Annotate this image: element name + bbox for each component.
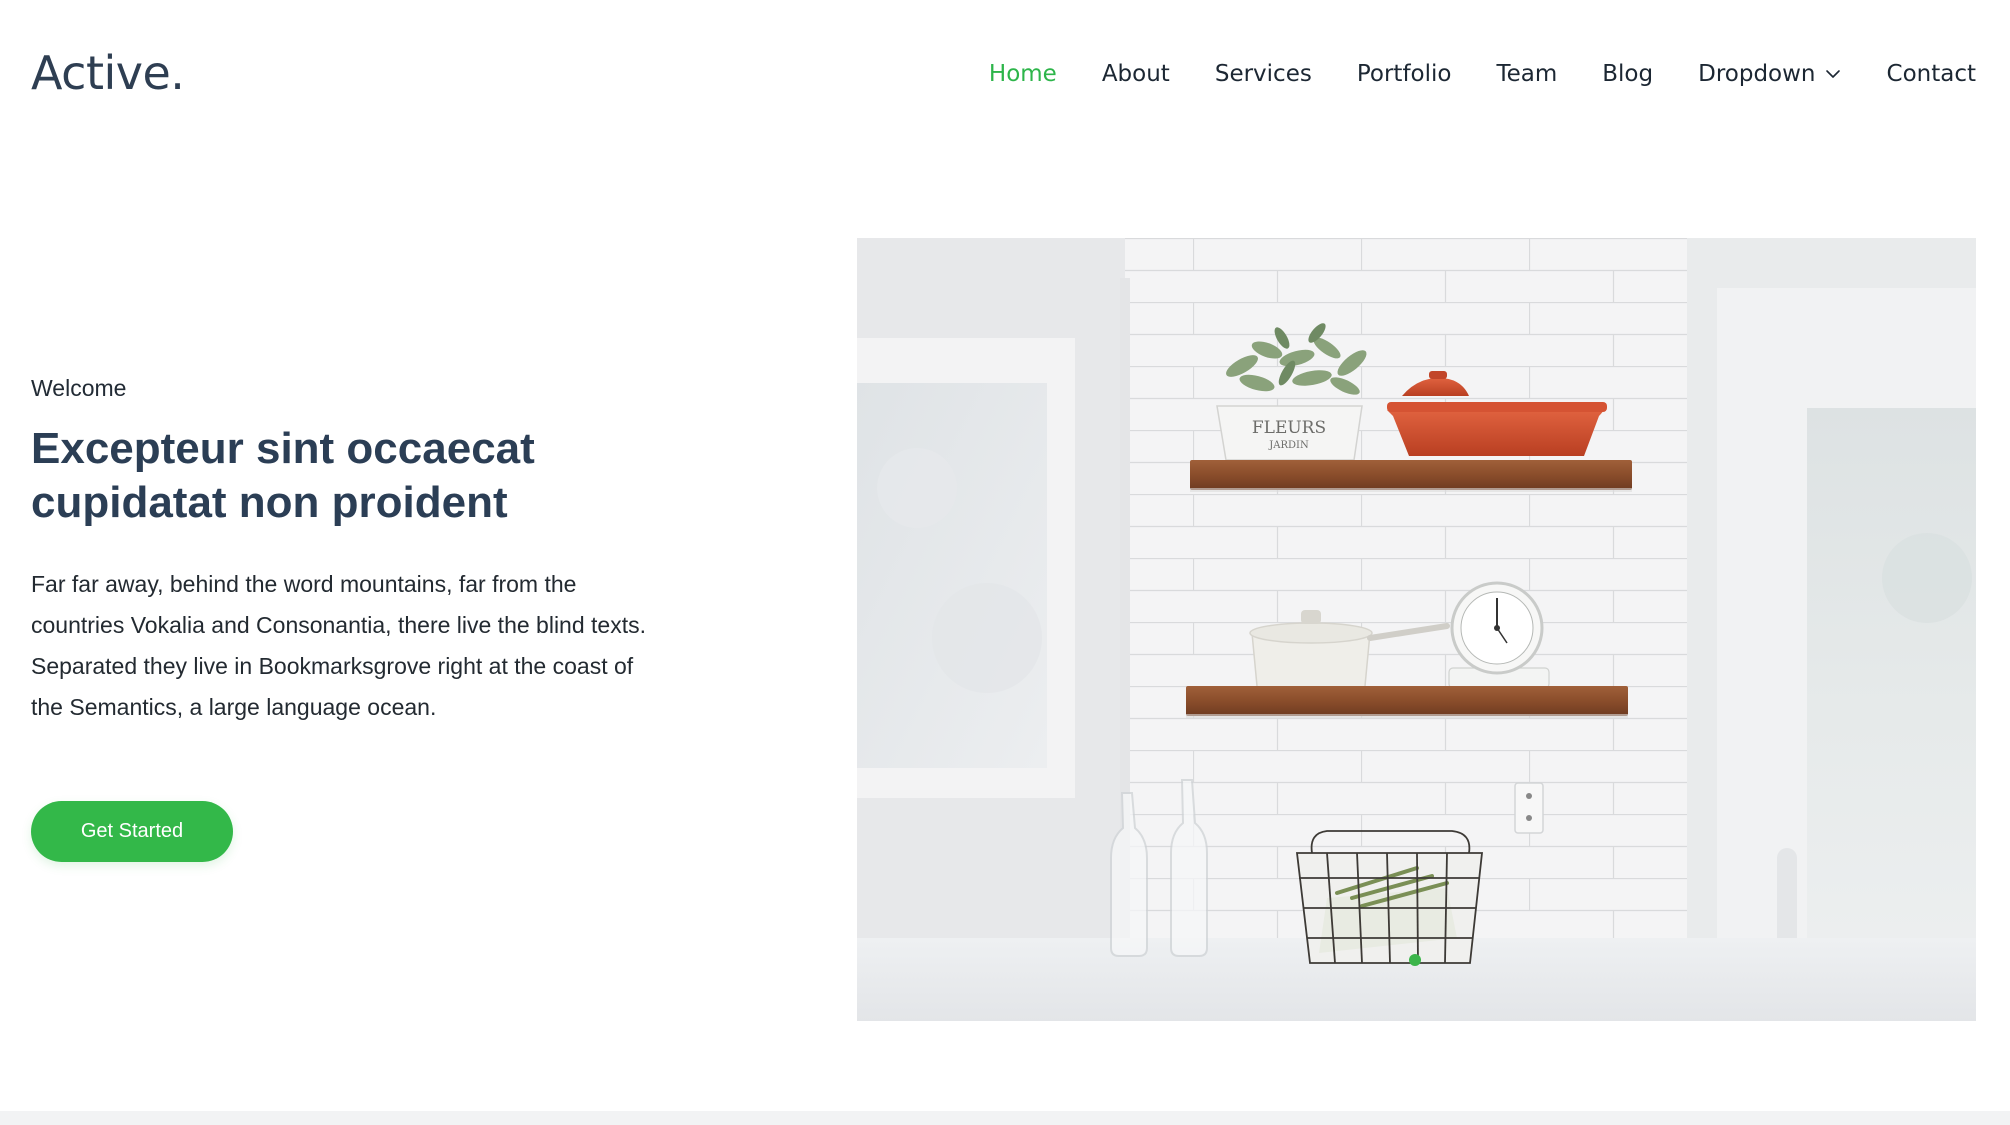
page: Active. Home About Services Portfolio Te… xyxy=(0,0,2010,1125)
nav-item-label: Contact xyxy=(1886,61,1976,87)
main-nav: Home About Services Portfolio Team Blog … xyxy=(989,54,1976,94)
nav-item-team[interactable]: Team xyxy=(1496,54,1557,94)
nav-item-home[interactable]: Home xyxy=(989,54,1057,94)
section-divider xyxy=(0,1111,2010,1125)
chevron-down-icon xyxy=(1825,70,1840,78)
pot-label-jardin: JARDIN xyxy=(1268,440,1309,451)
nav-item-contact[interactable]: Contact xyxy=(1887,54,1976,94)
nav-item-label: Blog xyxy=(1602,61,1654,87)
nav-item-about[interactable]: About xyxy=(1102,54,1170,94)
nav-item-label: Services xyxy=(1214,61,1312,87)
pot-label-fleurs: FLEURS xyxy=(1252,418,1326,438)
kitchen-shelves-image: FLEURS JARDIN xyxy=(857,238,1976,1021)
hero-title: Excepteur sint occaecat cupidatat non pr… xyxy=(31,424,535,527)
nav-item-label: Home xyxy=(988,61,1057,87)
hero-image: FLEURS JARDIN xyxy=(857,238,1976,1021)
hero-description: Far far away, behind the word mountains,… xyxy=(31,571,646,720)
nav-item-blog[interactable]: Blog xyxy=(1602,54,1653,94)
hero-eyebrow: Welcome xyxy=(31,375,127,401)
nav-item-label: Dropdown xyxy=(1698,61,1816,87)
nav-item-label: Team xyxy=(1496,61,1558,87)
nav-item-portfolio[interactable]: Portfolio xyxy=(1357,54,1452,94)
brand-logo[interactable]: Active. xyxy=(31,44,185,102)
nav-item-label: About xyxy=(1101,61,1170,87)
nav-item-dropdown[interactable]: Dropdown xyxy=(1698,54,1841,94)
get-started-button[interactable]: Get Started xyxy=(31,801,233,862)
nav-item-services[interactable]: Services xyxy=(1215,54,1312,94)
nav-item-label: Portfolio xyxy=(1356,61,1452,87)
